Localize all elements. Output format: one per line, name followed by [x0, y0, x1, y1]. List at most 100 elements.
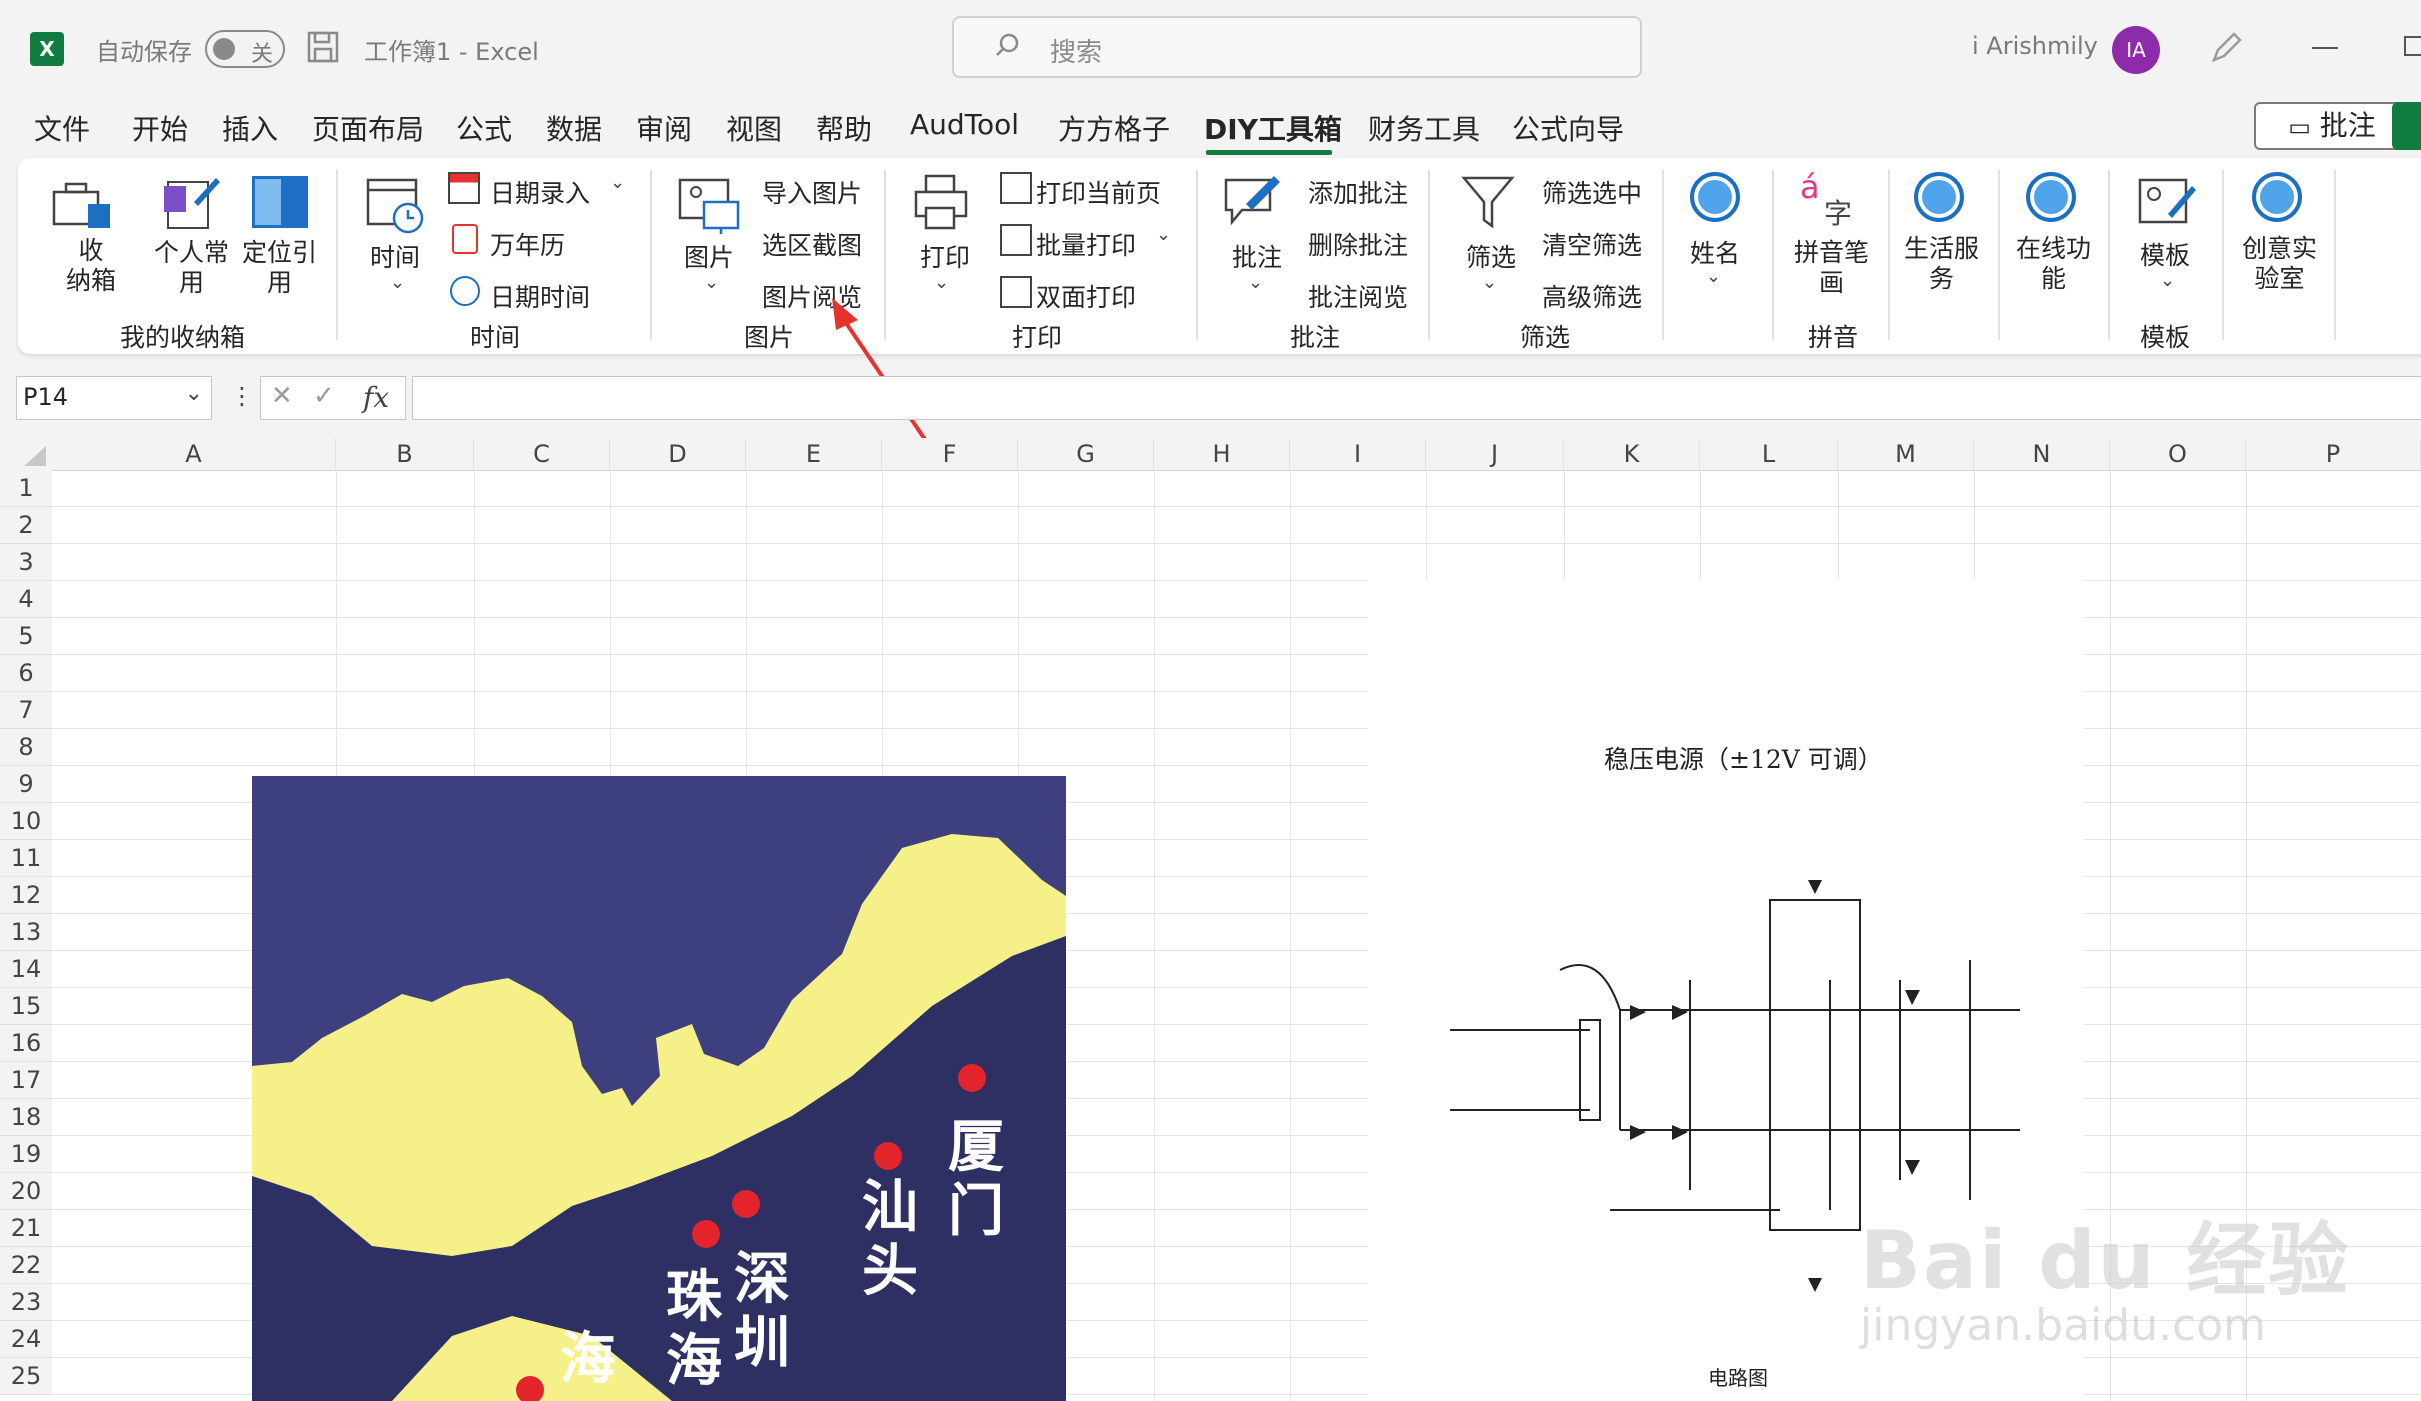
- column-header[interactable]: H: [1154, 438, 1290, 470]
- column-header[interactable]: C: [474, 438, 610, 470]
- creative-lab-button[interactable]: 创意实 验室: [2242, 234, 2317, 294]
- tab-view[interactable]: 视图: [726, 108, 782, 148]
- chevron-down-icon[interactable]: ⌄: [610, 172, 625, 193]
- row-header[interactable]: 7: [0, 692, 52, 729]
- duplex-print-button[interactable]: 双面打印: [1036, 278, 1136, 314]
- tab-diy-toolbox[interactable]: DIY工具箱: [1204, 108, 1342, 148]
- chevron-down-icon[interactable]: ⌄: [1156, 224, 1171, 245]
- column-header[interactable]: F: [882, 438, 1018, 470]
- tab-page-layout[interactable]: 页面布局: [312, 108, 424, 148]
- life-service-button[interactable]: 生活服 务: [1904, 234, 1979, 294]
- time-button[interactable]: 时间: [370, 238, 420, 274]
- name-button[interactable]: 姓名: [1690, 234, 1740, 270]
- row-header[interactable]: 1: [0, 470, 52, 507]
- tab-help[interactable]: 帮助: [816, 108, 872, 148]
- advanced-filter-button[interactable]: 高级筛选: [1542, 278, 1642, 314]
- column-header[interactable]: A: [52, 438, 336, 470]
- row-header[interactable]: 2: [0, 507, 52, 544]
- select-all-icon[interactable]: [18, 444, 48, 468]
- personal-button[interactable]: 个人常 用: [154, 238, 229, 298]
- cancel-icon[interactable]: ✕: [271, 381, 293, 411]
- chevron-down-icon[interactable]: ⌄: [1706, 266, 1721, 287]
- row-header[interactable]: 5: [0, 618, 52, 655]
- more-options-icon[interactable]: ⋮: [230, 382, 254, 410]
- row-header[interactable]: 20: [0, 1173, 52, 1210]
- row-header[interactable]: 3: [0, 544, 52, 581]
- row-header[interactable]: 13: [0, 914, 52, 951]
- formula-input[interactable]: [412, 376, 2421, 420]
- screenshot-selection-button[interactable]: 选区截图: [762, 226, 862, 262]
- column-header[interactable]: K: [1564, 438, 1700, 470]
- print-current-page-button[interactable]: 打印当前页: [1036, 174, 1161, 210]
- tab-fangfang[interactable]: 方方格子: [1058, 108, 1170, 148]
- batch-print-button[interactable]: 批量打印: [1036, 226, 1136, 262]
- minimize-icon[interactable]: [2312, 47, 2338, 49]
- share-button[interactable]: [2392, 102, 2421, 150]
- picture-button[interactable]: 图片: [684, 238, 734, 274]
- row-header[interactable]: 17: [0, 1062, 52, 1099]
- tab-data[interactable]: 数据: [546, 108, 602, 148]
- avatar[interactable]: IA: [2112, 26, 2160, 74]
- tab-finance[interactable]: 财务工具: [1368, 108, 1480, 148]
- perpetual-calendar-button[interactable]: 万年历: [490, 226, 565, 262]
- comments-button[interactable]: ▭ 批注: [2254, 102, 2410, 150]
- delete-comment-button[interactable]: 删除批注: [1308, 226, 1408, 262]
- date-entry-button[interactable]: 日期录入: [490, 174, 590, 210]
- row-header[interactable]: 24: [0, 1321, 52, 1358]
- template-button[interactable]: 模板: [2140, 236, 2190, 272]
- chevron-down-icon[interactable]: ⌄: [390, 272, 405, 293]
- chevron-down-icon[interactable]: ⌄: [185, 381, 203, 406]
- tab-review[interactable]: 审阅: [636, 108, 692, 148]
- add-comment-button[interactable]: 添加批注: [1308, 174, 1408, 210]
- row-header[interactable]: 15: [0, 988, 52, 1025]
- row-header[interactable]: 10: [0, 803, 52, 840]
- storage-box-button[interactable]: 收 纳箱: [66, 236, 116, 296]
- autosave-toggle[interactable]: 关: [205, 30, 285, 68]
- pen-icon[interactable]: [2206, 28, 2246, 68]
- view-comment-button[interactable]: 批注阅览: [1308, 278, 1408, 314]
- chevron-down-icon[interactable]: ⌄: [1482, 272, 1497, 293]
- column-header[interactable]: I: [1290, 438, 1426, 470]
- row-header[interactable]: 9: [0, 766, 52, 803]
- row-header[interactable]: 4: [0, 581, 52, 618]
- tab-formulas[interactable]: 公式: [456, 108, 512, 148]
- tab-formula-wizard[interactable]: 公式向导: [1512, 108, 1624, 148]
- column-header[interactable]: O: [2110, 438, 2246, 470]
- column-header[interactable]: J: [1426, 438, 1564, 470]
- chevron-down-icon[interactable]: ⌄: [1248, 272, 1263, 293]
- print-button[interactable]: 打印: [920, 238, 970, 274]
- insert-function-icon[interactable]: fx: [363, 381, 389, 414]
- tab-home[interactable]: 开始: [132, 108, 188, 148]
- date-time-button[interactable]: 日期时间: [490, 278, 590, 314]
- column-header[interactable]: L: [1700, 438, 1838, 470]
- map-image[interactable]: [252, 776, 1066, 1401]
- filter-button[interactable]: 筛选: [1466, 238, 1516, 274]
- clear-filter-button[interactable]: 清空筛选: [1542, 226, 1642, 262]
- import-picture-button[interactable]: 导入图片: [762, 174, 862, 210]
- column-header[interactable]: B: [336, 438, 474, 470]
- row-header[interactable]: 25: [0, 1358, 52, 1395]
- restore-icon[interactable]: [2404, 36, 2421, 56]
- filter-selected-button[interactable]: 筛选选中: [1542, 174, 1642, 210]
- online-feature-button[interactable]: 在线功 能: [2016, 234, 2091, 294]
- search-box[interactable]: 搜索: [952, 16, 1642, 78]
- row-header[interactable]: 11: [0, 840, 52, 877]
- column-header[interactable]: P: [2246, 438, 2421, 470]
- locate-ref-button[interactable]: 定位引 用: [242, 238, 317, 298]
- row-header[interactable]: 8: [0, 729, 52, 766]
- row-header[interactable]: 12: [0, 877, 52, 914]
- column-header[interactable]: M: [1838, 438, 1974, 470]
- row-header[interactable]: 19: [0, 1136, 52, 1173]
- tab-audtool[interactable]: AudTool: [910, 108, 1019, 141]
- chevron-down-icon[interactable]: ⌄: [2160, 270, 2175, 291]
- row-header[interactable]: 21: [0, 1210, 52, 1247]
- row-header[interactable]: 14: [0, 951, 52, 988]
- pinyin-stroke-button[interactable]: 拼音笔 画: [1794, 238, 1869, 298]
- save-icon[interactable]: [306, 30, 340, 64]
- name-box[interactable]: P14 ⌄: [16, 376, 212, 420]
- comment-button[interactable]: 批注: [1232, 238, 1282, 274]
- row-header[interactable]: 18: [0, 1099, 52, 1136]
- row-header[interactable]: 6: [0, 655, 52, 692]
- row-header[interactable]: 16: [0, 1025, 52, 1062]
- tab-insert[interactable]: 插入: [222, 108, 278, 148]
